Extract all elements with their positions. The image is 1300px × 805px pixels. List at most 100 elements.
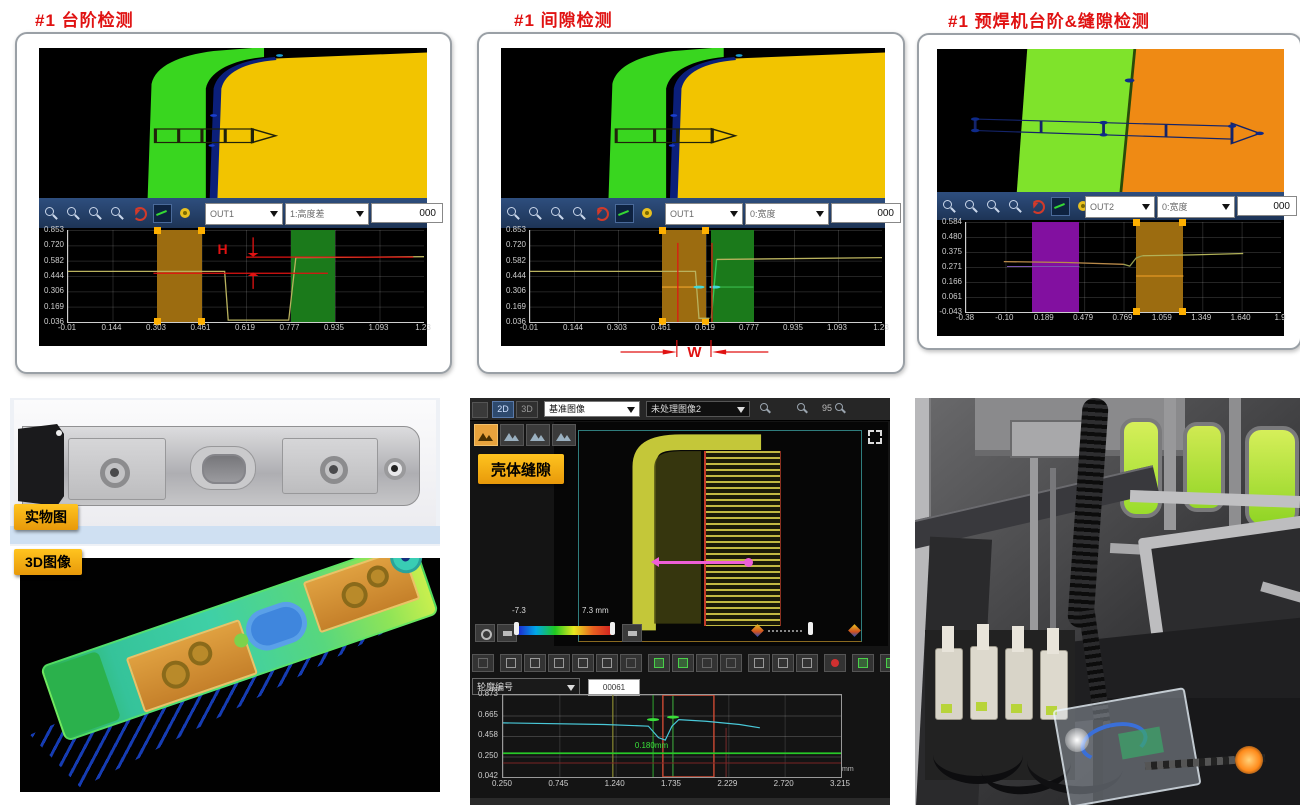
measure-icon[interactable] (620, 654, 642, 672)
measure-select[interactable]: 0:宽度 (1157, 196, 1235, 218)
roi-icon[interactable] (720, 654, 742, 672)
out-select[interactable]: OUT1 (665, 203, 743, 225)
measure-select[interactable]: 0:宽度 (745, 203, 829, 225)
measure-value-box[interactable]: 000 (371, 203, 443, 223)
reset-view-icon[interactable] (593, 205, 610, 222)
tab-2d[interactable]: 2D (492, 401, 514, 418)
x-tick-label: 0.935 (783, 324, 803, 332)
record-icon[interactable] (824, 654, 846, 672)
mini-slider[interactable] (768, 630, 802, 632)
report-icon[interactable] (880, 654, 890, 672)
pad-hole (338, 579, 371, 612)
zoom-out-icon[interactable] (795, 401, 810, 416)
y-tick-label: 0.271 (942, 263, 962, 271)
region-green-icon[interactable] (672, 654, 694, 672)
export-icon[interactable] (852, 654, 874, 672)
base-image-select[interactable]: 基准图像 (544, 401, 640, 417)
height-image-button[interactable] (474, 424, 498, 446)
zoom-fit-icon[interactable] (87, 205, 104, 222)
tab-3d[interactable]: 3D (516, 401, 538, 418)
menu-icon[interactable] (472, 402, 488, 418)
intensity-image-button[interactable] (526, 424, 550, 446)
height-map (501, 48, 885, 198)
reset-view-icon[interactable] (1029, 198, 1046, 215)
mask-icon[interactable] (696, 654, 718, 672)
profile-image-button[interactable] (500, 424, 524, 446)
orange-glow (1235, 746, 1263, 774)
scale-options-button[interactable] (622, 624, 642, 642)
edit-icon[interactable] (772, 654, 794, 672)
scale-max-handle[interactable] (610, 622, 615, 635)
y-axis-labels: 0.8530.7200.5820.4440.3060.1690.036 (39, 230, 66, 322)
x-tick-label: 0.777 (739, 324, 759, 332)
shell-gap-panel: 2D 3D 基准图像 未处理图像2 95 (470, 398, 890, 805)
step-height-image (39, 48, 427, 198)
x-axis-labels: -0.010.1440.3030.4610.6190.7770.9351.093… (529, 324, 881, 336)
x-axis-unit: mm (842, 766, 854, 773)
zoom-out-icon[interactable] (527, 205, 544, 222)
zoom-area-icon[interactable] (571, 205, 588, 222)
settings-icon[interactable] (177, 205, 194, 222)
color-scale-bar[interactable] (517, 626, 612, 635)
zoom-out-icon[interactable] (963, 198, 980, 215)
x-tick-label: 0.777 (279, 324, 299, 332)
reset-view-icon[interactable] (131, 205, 148, 222)
shell-tools-row (472, 654, 890, 672)
grid-compare-icon[interactable] (648, 654, 670, 672)
layers-icon[interactable] (472, 654, 494, 672)
x-tick-label: 1.093 (827, 324, 847, 332)
pan-icon[interactable] (596, 654, 618, 672)
gap-hatch-region (704, 451, 780, 626)
left-pad-hole (100, 458, 130, 488)
x-tick-label: 1.735 (661, 780, 681, 788)
shell-gap-label: 壳体缝隙 (478, 454, 564, 484)
gap-measure-readout: 0.180mm (635, 741, 668, 750)
out-select[interactable]: OUT1 (205, 203, 283, 225)
x-axis-labels: 0.2500.7451.2401.7352.2292.7203.215 (502, 780, 840, 792)
zoom-in-icon[interactable] (43, 205, 60, 222)
step-detection-card: OUT1 1:高度差 000 0.8530.7200.5820.4440.306… (15, 32, 452, 374)
contour-trace (503, 695, 841, 777)
photo-label: 实物图 (14, 504, 78, 530)
overlay-icon[interactable] (796, 654, 818, 672)
measure-select[interactable]: 1:高度差 (285, 203, 369, 225)
scale-min-handle[interactable] (514, 622, 519, 635)
expand-icon[interactable] (868, 430, 882, 444)
zoom-area-icon[interactable] (1007, 198, 1024, 215)
photo-shape (1245, 426, 1299, 528)
profile-display-icon[interactable] (615, 204, 634, 223)
out-select[interactable]: OUT2 (1085, 196, 1155, 218)
measure-value-box[interactable]: 000 (1237, 196, 1297, 216)
y-tick-label: 0.444 (506, 272, 526, 280)
chevron-down-icon (737, 407, 745, 413)
chevron-down-icon (627, 407, 635, 413)
zoom-in-icon[interactable] (500, 654, 522, 672)
zoom-in-icon[interactable] (505, 205, 522, 222)
zoom-area-icon[interactable] (109, 205, 126, 222)
zoom-fit-icon[interactable] (549, 205, 566, 222)
zoom-in-icon[interactable] (758, 401, 773, 416)
zoom-in-icon[interactable] (941, 198, 958, 215)
fit-screen-icon[interactable] (833, 401, 848, 416)
zoom-area-icon[interactable] (572, 654, 594, 672)
zoom-out-icon[interactable] (524, 654, 546, 672)
clamp-sticker (941, 704, 952, 713)
measure-value-box[interactable]: 000 (831, 203, 901, 223)
processed-image-select[interactable]: 未处理图像2 (646, 401, 750, 417)
position-image-button[interactable] (552, 424, 576, 446)
zoom-reset-icon[interactable] (548, 654, 570, 672)
x-tick-label: 0.189 (1034, 314, 1054, 322)
photo-shape (1010, 420, 1084, 458)
copy-icon[interactable] (748, 654, 770, 672)
profile-display-icon[interactable] (153, 204, 172, 223)
settings-icon[interactable] (639, 205, 656, 222)
y-tick-label: 0.480 (942, 233, 962, 241)
zoom-out-icon[interactable] (65, 205, 82, 222)
profile-display-icon[interactable] (1051, 197, 1070, 216)
scale-max: 7.3 mm (582, 606, 609, 615)
gap-profile-graph: 0.8530.7200.5820.4440.3060.1690.036 (501, 228, 885, 346)
mini-slider-handle[interactable] (808, 622, 813, 635)
x-tick-label: 1.9 (1274, 314, 1285, 322)
zoom-fit-icon[interactable] (985, 198, 1002, 215)
color-scale-toggle[interactable] (475, 624, 495, 642)
